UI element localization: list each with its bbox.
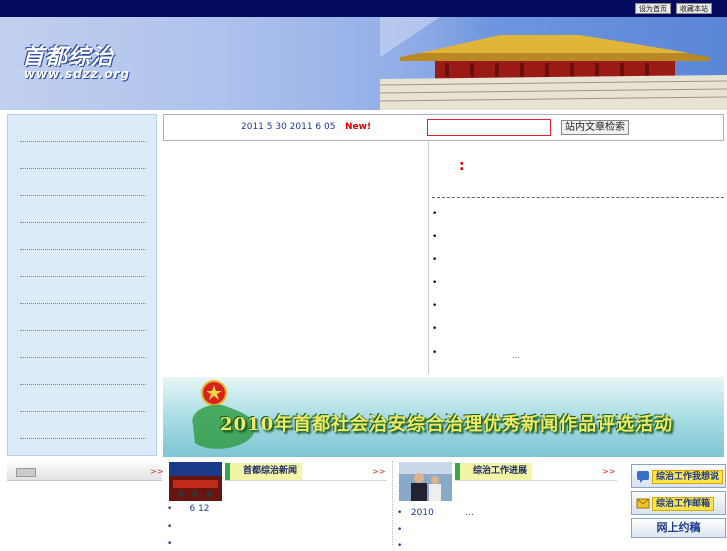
news-item[interactable]: • (432, 301, 437, 311)
left-nav-item[interactable] (20, 276, 146, 277)
lower-left-header: >> (7, 463, 163, 481)
left-nav-item[interactable] (20, 249, 146, 250)
list-item[interactable]: • (397, 541, 402, 551)
progress-thumbnail[interactable] (399, 462, 452, 501)
news-item[interactable]: • (432, 232, 437, 242)
list-item[interactable]: • (397, 525, 402, 535)
divider (432, 197, 724, 198)
online-submission-button[interactable]: 网上约稿 (631, 518, 726, 538)
news-thumbnail[interactable] (169, 462, 222, 501)
site-search-button[interactable]: 站内文章检索 (561, 120, 629, 135)
left-nav-item[interactable] (20, 195, 146, 196)
bookmark-link[interactable]: 收藏本站 (676, 3, 712, 14)
site-url: www.sdzz.org (24, 67, 131, 81)
left-nav-item[interactable] (20, 141, 146, 142)
top-bar: 设为首页 收藏本站 (0, 0, 727, 17)
date-range: 2011 5 30 2011 6 05 (241, 122, 336, 132)
left-nav-item[interactable] (20, 303, 146, 304)
tab-capital-news[interactable]: 首都综治新闻 (225, 463, 303, 480)
tab-work-progress[interactable]: 综治工作进展 (455, 463, 533, 480)
news-item[interactable]: • (432, 278, 437, 288)
section-work-progress: 综治工作进展 >> • 2010 ... • • (392, 461, 618, 551)
new-badge: New! (345, 122, 372, 132)
section-tab-icon (16, 468, 36, 477)
mailbox-button[interactable]: 综治工作邮箱 (631, 491, 726, 515)
chat-icon (637, 471, 649, 483)
divider (455, 480, 617, 481)
list-item[interactable]: • (167, 522, 172, 532)
left-nav-item[interactable] (20, 357, 146, 358)
set-homepage-link[interactable]: 设为首页 (635, 3, 671, 14)
feedback-button[interactable]: 综治工作我想说 (631, 464, 726, 488)
left-nav-item[interactable] (20, 222, 146, 223)
left-nav-item[interactable] (20, 168, 146, 169)
campaign-title: 2010年首都社会治安综合治理优秀新闻作品评选活动 (220, 414, 674, 435)
news-item[interactable]: • (432, 348, 437, 358)
search-bar: 2011 5 30 2011 6 05 New! 站内文章检索 (163, 114, 724, 141)
feature-area (163, 141, 429, 374)
capital-news-more-link[interactable]: >> (372, 467, 385, 476)
quick-links: 综治工作我想说 综治工作邮箱 网上约稿 (629, 462, 727, 545)
divider (225, 480, 387, 481)
left-nav-item[interactable] (20, 411, 146, 412)
list-item[interactable]: • 2010 ... (397, 508, 474, 518)
site-banner: 首都综治 www.sdzz.org (0, 17, 727, 110)
headline-marker: : (459, 158, 465, 174)
news-item-ellipsis: ... (512, 351, 520, 360)
news-panel: : • • • • • • • ... (430, 141, 724, 374)
campaign-banner[interactable]: 2010年首都社会治安综合治理优秀新闻作品评选活动 (163, 377, 724, 457)
left-nav-panel (7, 114, 157, 456)
work-progress-more-link[interactable]: >> (602, 467, 615, 476)
lower-left-more-link[interactable]: >> (150, 467, 163, 476)
news-item[interactable]: • (432, 209, 437, 219)
section-capital-news: 首都综治新闻 >> • 6 12 • • (163, 461, 387, 549)
list-item[interactable]: • (167, 539, 172, 549)
news-item[interactable]: • (432, 324, 437, 334)
left-nav-item[interactable] (20, 330, 146, 331)
left-nav-item[interactable] (20, 384, 146, 385)
left-nav-item[interactable] (20, 438, 146, 439)
site-search-input[interactable] (427, 119, 551, 136)
forbidden-city-image (380, 17, 727, 110)
mail-icon (636, 498, 650, 509)
news-item[interactable]: • (432, 255, 437, 265)
list-item[interactable]: • 6 12 (167, 504, 210, 514)
